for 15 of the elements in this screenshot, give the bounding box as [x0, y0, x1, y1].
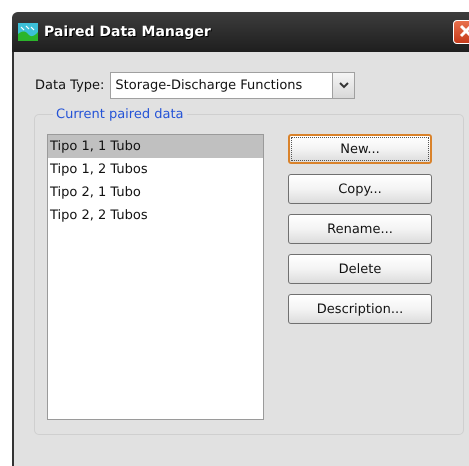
group-title: Current paired data: [55, 107, 185, 122]
action-button[interactable]: Rename...: [288, 214, 432, 244]
action-button[interactable]: New...: [288, 134, 432, 164]
field-label: Data Type:: [35, 78, 104, 93]
app-icon: [18, 23, 38, 41]
list-item[interactable]: Tipo 1, 1 Tubo: [48, 135, 263, 158]
data-type-dropdown[interactable]: Storage-Discharge Functions: [110, 72, 356, 99]
action-button[interactable]: Delete: [288, 254, 432, 284]
action-button[interactable]: Description...: [288, 294, 432, 324]
window-title: Paired Data Manager: [44, 24, 211, 40]
list-item[interactable]: Tipo 1, 2 Tubos: [48, 158, 263, 181]
list-item[interactable]: Tipo 2, 2 Tubos: [48, 204, 263, 227]
action-button[interactable]: Copy...: [288, 174, 432, 204]
chevron-down-icon: [338, 82, 349, 89]
list-item[interactable]: Tipo 2, 1 Tubo: [48, 181, 263, 204]
